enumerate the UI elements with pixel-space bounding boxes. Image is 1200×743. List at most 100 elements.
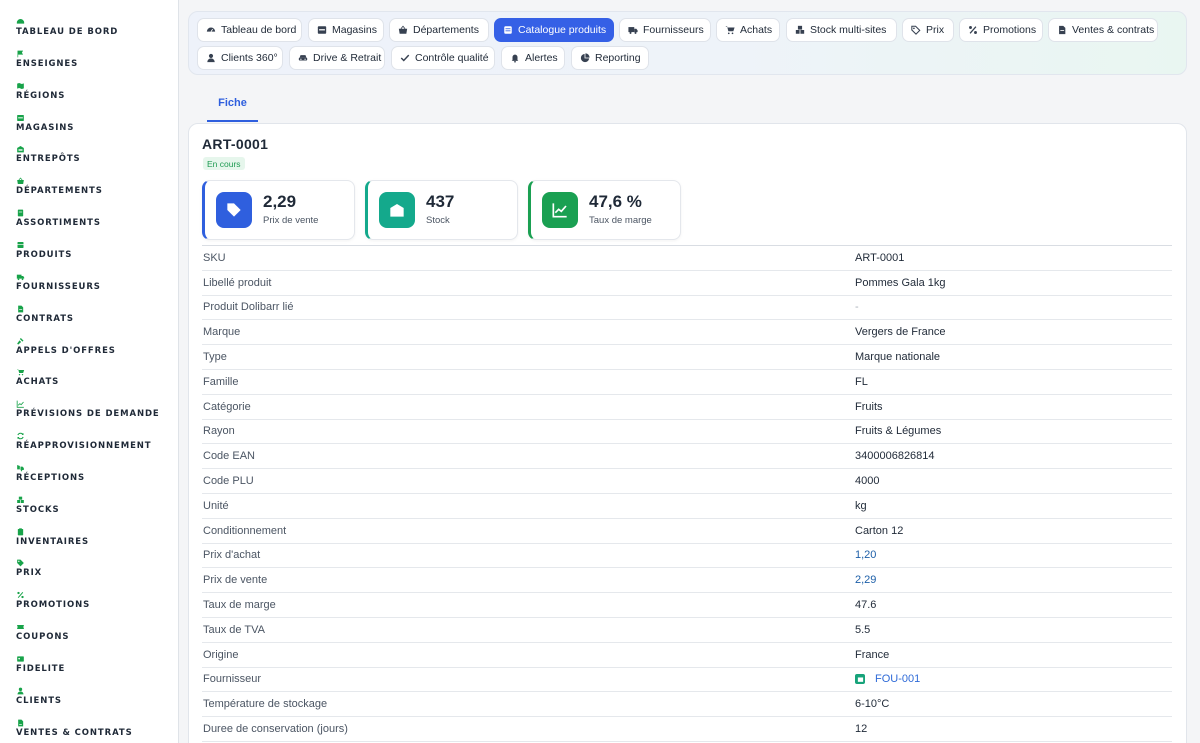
file-contract-icon bbox=[16, 719, 25, 727]
clipboard-icon bbox=[16, 527, 25, 536]
nav-drive-retrait-button[interactable]: Drive & Retrait bbox=[289, 46, 385, 70]
sidebar-item-stocks[interactable]: STOCKS bbox=[16, 496, 60, 515]
nav-contr-le-qualit-button[interactable]: Contrôle qualité bbox=[391, 46, 495, 70]
field-value-cell: Marque nationale bbox=[855, 351, 940, 363]
page-title: ART-0001 bbox=[202, 136, 269, 152]
nav-d-partements-button[interactable]: Départements bbox=[389, 18, 489, 42]
table-row: Libellé produit Pommes Gala 1kg bbox=[202, 271, 1172, 296]
nav-promotions-button[interactable]: Promotions bbox=[959, 18, 1043, 42]
sidebar-item-label: PRODUITS bbox=[16, 249, 73, 260]
table-row: Taux de marge 47.6 bbox=[202, 593, 1172, 618]
sidebar-item-magasins[interactable]: MAGASINS bbox=[16, 114, 74, 133]
boxes-icon bbox=[795, 25, 805, 35]
sidebar-item-promotions[interactable]: PROMOTIONS bbox=[16, 591, 90, 610]
sidebar-item-pr-visions-de-demande[interactable]: PRÉVISIONS DE DEMANDE bbox=[16, 400, 160, 419]
nav-alertes-button[interactable]: Alertes bbox=[501, 46, 565, 70]
field-label: Libellé produit bbox=[203, 276, 272, 289]
supplier-icon bbox=[855, 674, 865, 685]
sidebar-item-r-ceptions[interactable]: RÉCEPTIONS bbox=[16, 464, 85, 483]
table-row: Type Marque nationale bbox=[202, 345, 1172, 370]
table-row: Prix de vente 2,29 bbox=[202, 568, 1172, 594]
top-navigation: Tableau de bord Magasins Départements Catal… bbox=[188, 11, 1187, 75]
field-value-cell: 1,20 bbox=[855, 549, 876, 561]
field-value[interactable]: 2,29 bbox=[855, 574, 876, 586]
table-row: Rayon Fruits & Légumes bbox=[202, 420, 1172, 445]
nav-reporting-button[interactable]: Reporting bbox=[571, 46, 649, 70]
field-value: ART-0001 bbox=[855, 251, 905, 264]
gauge-icon bbox=[206, 25, 216, 35]
sidebar-item-tableau-de-bord[interactable]: TABLEAU DE BORD bbox=[16, 18, 118, 37]
sidebar-item-fournisseurs[interactable]: FOURNISSEURS bbox=[16, 273, 101, 292]
store-icon bbox=[16, 114, 25, 122]
sidebar-item-ventes-contrats[interactable]: VENTES & CONTRATS bbox=[16, 719, 133, 738]
sidebar-item-contrats[interactable]: CONTRATS bbox=[16, 305, 74, 324]
kpi-value: 2,29 bbox=[263, 192, 297, 211]
sidebar-item-label: DÉPARTEMENTS bbox=[16, 186, 103, 197]
kpi-label: Stock bbox=[426, 215, 450, 226]
user-icon bbox=[206, 53, 216, 63]
supplier-link[interactable]: FOU-001 bbox=[875, 673, 920, 685]
nav-label: Tableau de bord bbox=[221, 24, 297, 36]
nav-label: Alertes bbox=[525, 52, 558, 64]
nav-clients-360-button[interactable]: Clients 360° bbox=[197, 46, 283, 70]
sidebar-item-prix[interactable]: PRIX bbox=[16, 559, 42, 578]
field-value: 12 bbox=[855, 723, 868, 736]
nav-stock-multi-sites-button[interactable]: Stock multi-sites bbox=[786, 18, 897, 42]
field-value: Fruits & Légumes bbox=[855, 425, 942, 438]
kpi-value: 437 bbox=[426, 192, 455, 211]
car-icon bbox=[298, 53, 308, 63]
sidebar-item-fidelite[interactable]: FIDELITE bbox=[16, 655, 65, 674]
sidebar-item-r-approvisionnement[interactable]: RÉAPPROVISIONNEMENT bbox=[16, 432, 152, 451]
sidebar-item-enseignes[interactable]: ENSEIGNES bbox=[16, 50, 78, 69]
field-value-cell: 6-10°C bbox=[855, 698, 889, 710]
bell-icon bbox=[510, 53, 520, 63]
field-label: Température de stockage bbox=[203, 698, 328, 711]
flag-icon bbox=[16, 50, 25, 58]
sidebar-item-coupons[interactable]: COUPONS bbox=[16, 623, 69, 642]
id-card-icon bbox=[16, 655, 25, 663]
sidebar-item-appels-d-offres[interactable]: APPELS D'OFFRES bbox=[16, 337, 116, 356]
field-label: Taux de TVA bbox=[203, 623, 265, 636]
sidebar-item-entrep-ts[interactable]: ENTREPÔTS bbox=[16, 145, 81, 164]
field-value-cell: FL bbox=[855, 376, 868, 388]
nav-label: Stock multi-sites bbox=[810, 24, 887, 36]
field-label: Catégorie bbox=[203, 400, 251, 413]
table-row: Duree de conservation (jours) 12 bbox=[202, 717, 1172, 742]
sidebar-item-label: INVENTAIRES bbox=[16, 536, 90, 547]
tab-fiche[interactable]: Fiche bbox=[207, 90, 258, 122]
field-value[interactable]: 1,20 bbox=[855, 549, 876, 561]
nav-label: Catalogue produits bbox=[518, 24, 607, 36]
nav-achats-button[interactable]: Achats bbox=[716, 18, 780, 42]
nav-tableau-de-bord-button[interactable]: Tableau de bord bbox=[197, 18, 302, 42]
sidebar-item-d-partements[interactable]: DÉPARTEMENTS bbox=[16, 177, 103, 196]
store-icon bbox=[317, 25, 327, 35]
field-label: Marque bbox=[203, 326, 241, 339]
field-value-cell: 5.5 bbox=[855, 624, 870, 636]
nav-label: Achats bbox=[740, 24, 773, 36]
field-label: Type bbox=[203, 351, 227, 364]
sidebar-item-produits[interactable]: PRODUITS bbox=[16, 241, 72, 260]
check-icon bbox=[400, 53, 410, 63]
nav-magasins-button[interactable]: Magasins bbox=[308, 18, 384, 42]
sidebar-item-assortiments[interactable]: ASSORTIMENTS bbox=[16, 209, 101, 228]
nav-fournisseurs-button[interactable]: Fournisseurs bbox=[619, 18, 711, 42]
sidebar-item-label: ASSORTIMENTS bbox=[16, 218, 101, 229]
percent-icon bbox=[16, 591, 25, 599]
sidebar-item-inventaires[interactable]: INVENTAIRES bbox=[16, 527, 90, 547]
nav-ventes-contrats-button[interactable]: Ventes & contrats bbox=[1048, 18, 1158, 42]
sidebar-item-clients[interactable]: CLIENTS bbox=[16, 687, 62, 706]
table-row: Origine France bbox=[202, 643, 1172, 668]
sidebar-item-r-gions[interactable]: RÉGIONS bbox=[16, 82, 65, 101]
field-value-cell: ART-0001 bbox=[855, 252, 904, 264]
field-value-cell: 2,29 bbox=[855, 574, 876, 586]
table-row: Taux de TVA 5.5 bbox=[202, 618, 1172, 643]
sidebar-item-achats[interactable]: ACHATS bbox=[16, 368, 59, 387]
field-value-cell: Fruits bbox=[855, 401, 883, 413]
basket-icon bbox=[16, 177, 25, 185]
nav-catalogue-produits-button[interactable]: Catalogue produits bbox=[494, 18, 614, 42]
nav-prix-button[interactable]: Prix bbox=[902, 18, 954, 42]
field-label: Fournisseur bbox=[203, 673, 262, 686]
field-label: Prix de vente bbox=[203, 574, 268, 587]
field-value-cell: FOU-001 bbox=[855, 673, 920, 685]
tags-icon bbox=[911, 25, 921, 35]
